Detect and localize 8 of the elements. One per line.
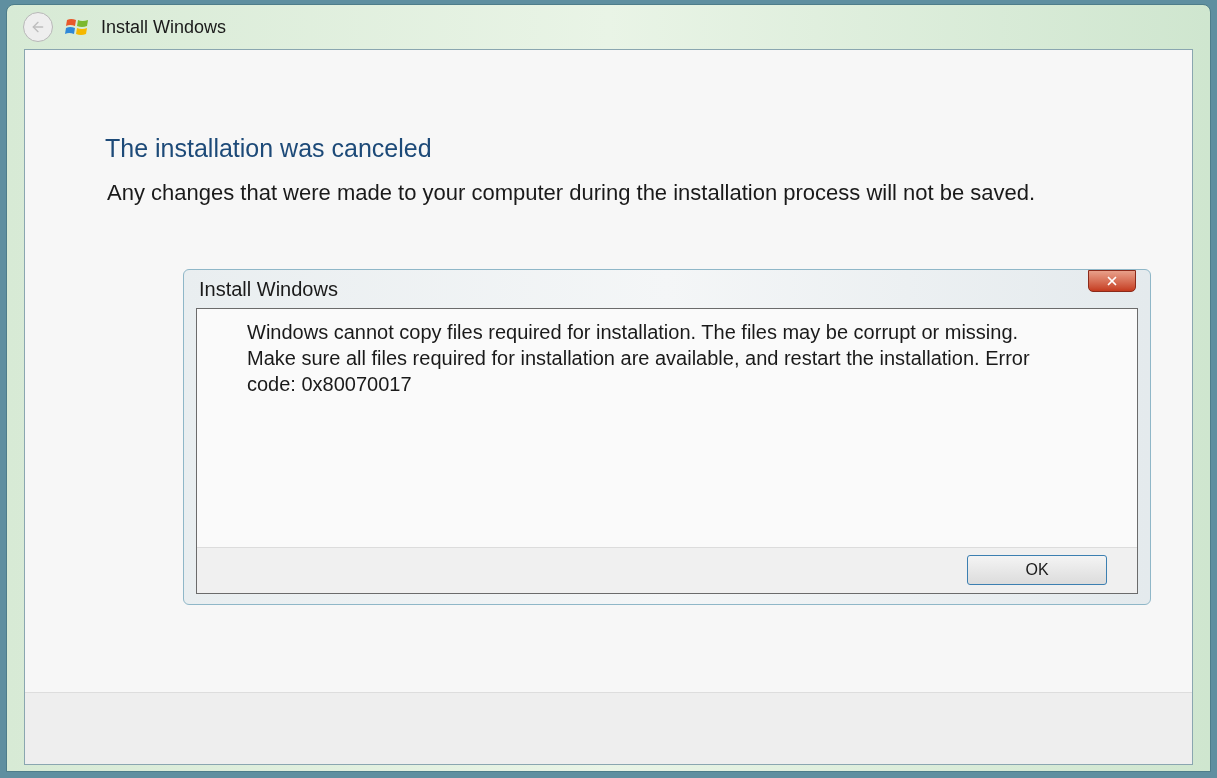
error-message: Windows cannot copy files required for installation. The files may be corrupt or missing. Make sure all files required for installation are available, and restart the installation. Error code: 0x80070017	[247, 319, 1031, 397]
window-title: Install Windows	[101, 15, 227, 39]
dialog-title: Install Windows	[198, 276, 338, 302]
cancel-message: Any changes that were made to your computer during the installation process will not be saved.	[107, 178, 1037, 207]
page-heading: The installation was canceled	[105, 133, 433, 164]
windows-logo-icon	[65, 16, 89, 38]
close-button[interactable]	[1088, 269, 1136, 292]
ok-button[interactable]: OK	[967, 555, 1107, 585]
